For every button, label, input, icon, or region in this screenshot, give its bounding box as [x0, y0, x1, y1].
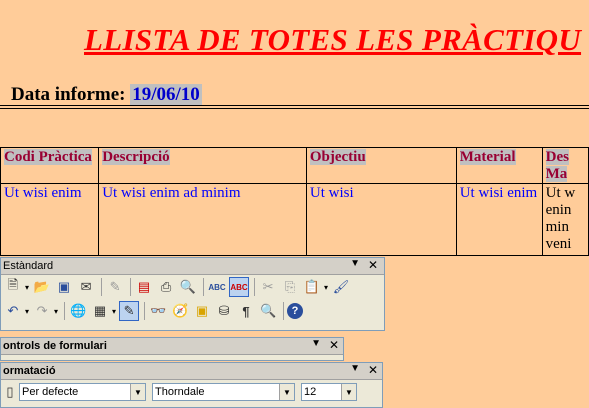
date-value[interactable]: 19/06/10 [130, 84, 202, 105]
header-divider [0, 105, 589, 109]
toolbar-menu-icon[interactable]: ▼ [311, 338, 321, 349]
chevron-down-icon[interactable]: ▾ [25, 283, 29, 292]
styles-icon[interactable]: ▯ [3, 382, 17, 402]
close-icon[interactable]: ✕ [329, 338, 339, 352]
form-controls-toolbar: ontrols de formulari ▼ ✕ [0, 337, 344, 361]
find-replace-icon[interactable]: 👓 [148, 301, 168, 321]
standard-toolbar-row-1: 🗎 ▾ 📂 ▣ ✉ ✎ ▤ ⎙ 🔍 ABC ABC ✂ ⎘ 📋 ▾ 🖌 [1, 275, 384, 299]
formatting-marks-icon[interactable]: ¶ [236, 301, 256, 321]
report-table: Codi Pràctica Descripció Objectiu Materi… [0, 147, 589, 256]
chevron-down-icon[interactable]: ▼ [279, 384, 294, 400]
chevron-down-icon[interactable]: ▾ [25, 307, 29, 316]
cut-icon[interactable]: ✂ [258, 277, 278, 297]
formatting-toolbar: ormatació ▼ ✕ ▯ Per defecte ▼ Thorndale … [0, 362, 383, 408]
copy-icon[interactable]: ⎘ [280, 277, 300, 297]
date-label: Data informe: [11, 84, 126, 105]
font-size-select[interactable]: 12 ▼ [301, 383, 357, 401]
navigator-icon[interactable]: 🧭 [170, 301, 190, 321]
separator [101, 278, 103, 296]
gallery-icon[interactable]: ▣ [192, 301, 212, 321]
form-controls-title: ontrols de formulari [3, 340, 107, 352]
cell-codi[interactable]: Ut wisi enim [0, 183, 100, 256]
cell-material[interactable]: Ut wisi enim [455, 183, 543, 256]
formatting-titlebar[interactable]: ormatació ▼ ✕ [1, 363, 382, 380]
new-document-icon[interactable]: 🗎 [3, 277, 23, 297]
redo-icon[interactable]: ↷ [32, 301, 52, 321]
separator [283, 302, 285, 320]
export-pdf-icon[interactable]: ▤ [134, 277, 154, 297]
separator [130, 278, 132, 296]
draw-functions-icon[interactable]: ✎ [119, 301, 140, 321]
report-date-row: Data informe: 19/06/10 [11, 84, 202, 106]
report-title: LLISTA DE TOTES LES PRÀCTIQU [84, 22, 582, 57]
print-icon[interactable]: ⎙ [156, 277, 176, 297]
cell-descripcio[interactable]: Ut wisi enim ad minim [98, 183, 307, 256]
clone-formatting-icon[interactable]: 🖌 [331, 277, 351, 297]
zoom-icon[interactable]: 🔍 [258, 301, 278, 321]
separator [203, 278, 205, 296]
standard-toolbar-titlebar[interactable]: Estàndard ▼ ✕ [1, 258, 384, 275]
cell-desc-material[interactable]: Ut w enin min veni [541, 183, 589, 256]
spellcheck-icon[interactable]: ABC [207, 277, 227, 297]
formatting-title: ormatació [3, 365, 56, 377]
table-icon[interactable]: ▦ [90, 301, 110, 321]
chevron-down-icon[interactable]: ▾ [112, 307, 116, 316]
standard-toolbar-row-2: ↶ ▾ ↷ ▾ 🌐 ▦ ▾ ✎ 👓 🧭 ▣ ⛁ ¶ 🔍 ? [1, 299, 384, 323]
close-icon[interactable]: ✕ [368, 258, 378, 272]
col-header-codi[interactable]: Codi Pràctica [0, 147, 100, 184]
standard-toolbar: Estàndard ▼ ✕ 🗎 ▾ 📂 ▣ ✉ ✎ ▤ ⎙ 🔍 ABC ABC ✂… [0, 257, 385, 331]
help-icon[interactable]: ? [287, 303, 304, 319]
chevron-down-icon[interactable]: ▼ [130, 384, 145, 400]
chevron-down-icon[interactable]: ▾ [324, 283, 328, 292]
table-row: Ut wisi enim Ut wisi enim ad minim Ut wi… [0, 183, 589, 256]
toolbar-menu-icon[interactable]: ▼ [350, 363, 360, 374]
chevron-down-icon[interactable]: ▼ [341, 384, 356, 400]
font-size-value: 12 [304, 386, 317, 398]
separator [64, 302, 66, 320]
col-header-objectiu[interactable]: Objectiu [305, 147, 457, 184]
data-sources-icon[interactable]: ⛁ [214, 301, 234, 321]
separator [254, 278, 256, 296]
chevron-down-icon[interactable]: ▾ [54, 307, 58, 316]
font-name-select[interactable]: Thorndale ▼ [152, 383, 295, 401]
toolbar-menu-icon[interactable]: ▼ [350, 258, 360, 269]
open-folder-icon[interactable]: 📂 [32, 277, 52, 297]
col-header-desc-material[interactable]: Des Ma [541, 147, 589, 184]
col-header-material[interactable]: Material [455, 147, 543, 184]
paste-icon[interactable]: 📋 [302, 277, 322, 297]
hyperlink-icon[interactable]: 🌐 [68, 301, 88, 321]
print-preview-icon[interactable]: 🔍 [178, 277, 198, 297]
separator [144, 302, 146, 320]
cell-objectiu[interactable]: Ut wisi [305, 183, 457, 256]
close-icon[interactable]: ✕ [368, 363, 378, 377]
undo-icon[interactable]: ↶ [3, 301, 23, 321]
formatting-toolbar-row: ▯ Per defecte ▼ Thorndale ▼ 12 ▼ [1, 380, 382, 404]
save-icon[interactable]: ▣ [54, 277, 74, 297]
email-icon[interactable]: ✉ [76, 277, 96, 297]
font-name-value: Thorndale [155, 386, 205, 398]
paragraph-style-select[interactable]: Per defecte ▼ [19, 383, 146, 401]
form-controls-titlebar[interactable]: ontrols de formulari ▼ ✕ [1, 338, 343, 355]
edit-file-icon[interactable]: ✎ [105, 277, 125, 297]
autospellcheck-icon[interactable]: ABC [229, 277, 250, 297]
col-header-descripcio[interactable]: Descripció [98, 147, 307, 184]
paragraph-style-value: Per defecte [22, 386, 79, 398]
table-header-row: Codi Pràctica Descripció Objectiu Materi… [0, 147, 589, 184]
standard-toolbar-title: Estàndard [3, 260, 54, 272]
